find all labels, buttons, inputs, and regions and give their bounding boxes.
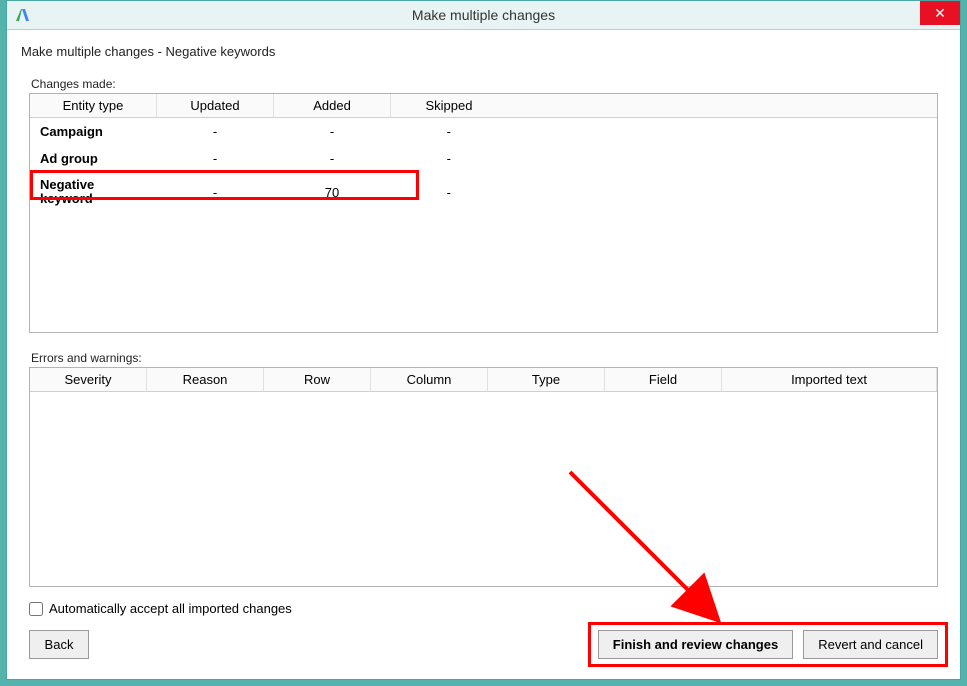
col-severity: Severity	[30, 368, 147, 392]
table-row: Negative keyword - 70 -	[30, 172, 937, 213]
cell-updated: -	[157, 145, 274, 172]
errors-warnings-label: Errors and warnings:	[31, 351, 946, 365]
col-imported-text: Imported text	[722, 368, 937, 392]
right-button-group: Finish and review changes Revert and can…	[598, 630, 938, 659]
col-entity-type: Entity type	[30, 94, 157, 118]
cell-added: -	[274, 118, 391, 146]
button-row: Back Finish and review changes Revert an…	[29, 630, 938, 659]
dialog-subtitle: Make multiple changes - Negative keyword…	[21, 44, 946, 59]
table-row: Ad group - - -	[30, 145, 937, 172]
finish-review-button[interactable]: Finish and review changes	[598, 630, 793, 659]
errors-table: Severity Reason Row Column Type Field Im…	[30, 368, 937, 392]
changes-table: Entity type Updated Added Skipped Campai…	[30, 94, 937, 213]
auto-accept-checkbox[interactable]	[29, 602, 43, 616]
col-skipped: Skipped	[391, 94, 508, 118]
auto-accept-label: Automatically accept all imported change…	[49, 601, 292, 616]
cell-skipped: -	[391, 118, 508, 146]
close-button[interactable]: ✕	[920, 1, 960, 25]
cell-updated: -	[157, 172, 274, 213]
cell-entity: Ad group	[30, 145, 157, 172]
col-updated: Updated	[157, 94, 274, 118]
table-row: Campaign - - -	[30, 118, 937, 146]
cell-skipped: -	[391, 172, 508, 213]
col-column: Column	[371, 368, 488, 392]
auto-accept-row[interactable]: Automatically accept all imported change…	[29, 601, 938, 616]
window-title: Make multiple changes	[7, 7, 960, 23]
col-added: Added	[274, 94, 391, 118]
col-field: Field	[605, 368, 722, 392]
cell-entity: Campaign	[30, 118, 157, 146]
col-row: Row	[264, 368, 371, 392]
changes-table-container: Entity type Updated Added Skipped Campai…	[29, 93, 938, 333]
changes-made-label: Changes made:	[31, 77, 946, 91]
revert-cancel-button[interactable]: Revert and cancel	[803, 630, 938, 659]
col-reason: Reason	[147, 368, 264, 392]
close-icon: ✕	[934, 5, 946, 21]
titlebar: Make multiple changes ✕	[7, 1, 960, 30]
cell-added: -	[274, 145, 391, 172]
errors-table-container: Severity Reason Row Column Type Field Im…	[29, 367, 938, 587]
cell-entity: Negative keyword	[30, 172, 157, 213]
col-type: Type	[488, 368, 605, 392]
back-button[interactable]: Back	[29, 630, 89, 659]
app-logo-icon	[13, 5, 33, 25]
cell-skipped: -	[391, 145, 508, 172]
cell-added: 70	[274, 172, 391, 213]
cell-updated: -	[157, 118, 274, 146]
dialog-window: Make multiple changes ✕ Make multiple ch…	[6, 0, 961, 680]
